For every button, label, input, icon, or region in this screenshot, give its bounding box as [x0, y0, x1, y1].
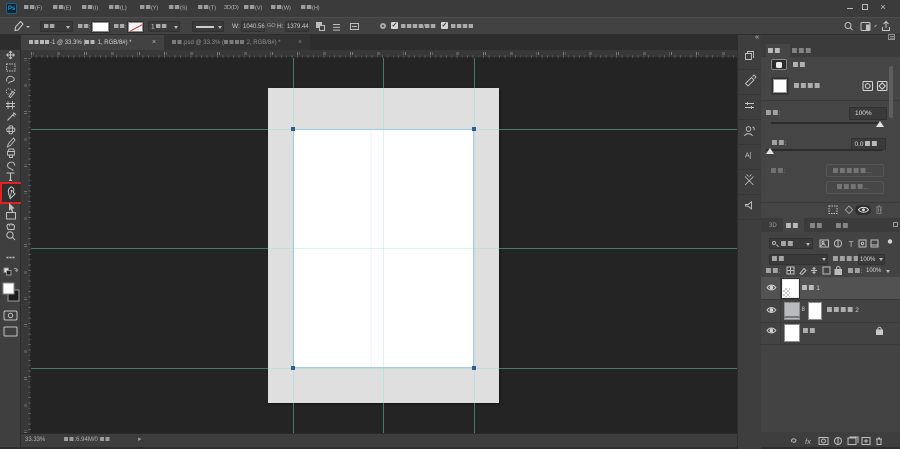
svg-text:A|: A| [745, 153, 752, 160]
svg-text:T: T [849, 239, 854, 249]
svg-text:fx: fx [805, 437, 811, 446]
